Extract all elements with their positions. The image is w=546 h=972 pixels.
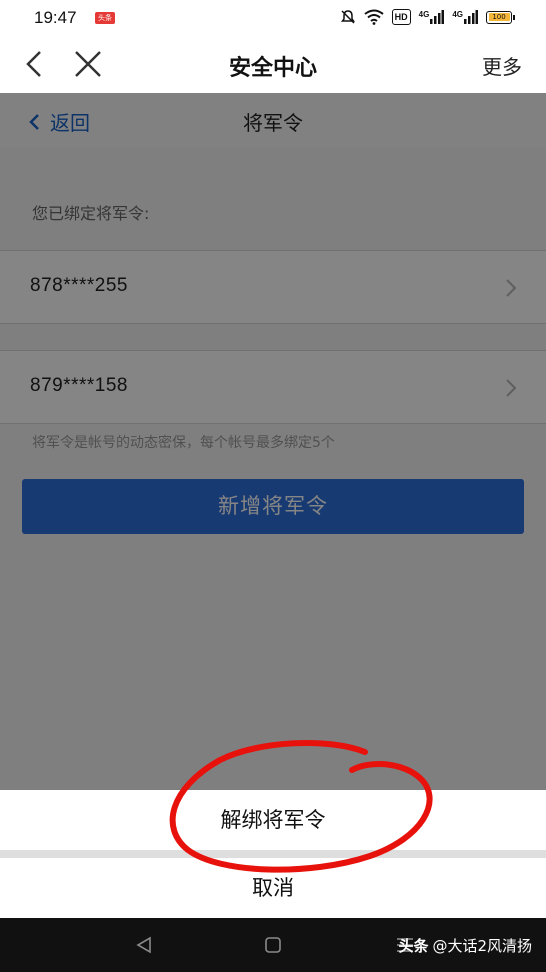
watermark: 头条 @大话2风清扬: [398, 935, 532, 956]
modal-overlay[interactable]: [0, 93, 546, 790]
network-type-1: 4G: [418, 10, 430, 19]
action-sheet: 解绑将军令 取消: [0, 790, 546, 918]
signal-bars-icon: [430, 10, 445, 24]
page-title: 安全中心: [228, 56, 317, 81]
app-header: 安全中心 更多: [0, 36, 546, 93]
system-nav-bar: 头条 @大话2风清扬: [0, 918, 546, 972]
watermark-text: @大话2风清扬: [432, 937, 532, 955]
status-icons: HD 4G 4G 100: [340, 8, 515, 26]
more-button[interactable]: 更多: [482, 51, 522, 80]
watermark-prefix: 头条: [398, 937, 429, 955]
nav-home-icon[interactable]: [264, 936, 282, 954]
cancel-button[interactable]: 取消: [0, 858, 546, 918]
signal-2: 4G: [452, 10, 478, 24]
status-bar: 19:47 头条 HD 4G 4G 100: [0, 0, 546, 36]
mute-bell-icon: [340, 10, 355, 24]
nav-back-icon[interactable]: [134, 935, 154, 955]
signal-1: 4G: [419, 10, 445, 24]
wifi-icon: [364, 9, 384, 25]
toutiao-notification-icon: 头条: [95, 12, 115, 24]
network-type-2: 4G: [452, 10, 463, 19]
signal-bars-icon: [464, 10, 478, 24]
battery-level: 100: [488, 13, 510, 21]
battery-icon: 100: [486, 10, 515, 24]
hd-badge: HD: [391, 9, 411, 25]
status-time: 19:47: [34, 8, 77, 27]
unbind-button[interactable]: 解绑将军令: [0, 790, 546, 850]
